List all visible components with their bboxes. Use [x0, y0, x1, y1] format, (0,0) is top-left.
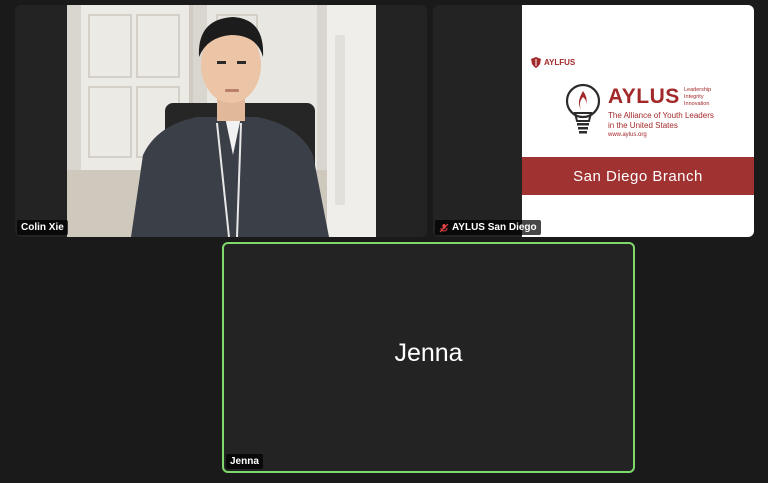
video-tile-jenna[interactable]: Jenna Jenna [222, 242, 635, 473]
branch-banner: San Diego Branch [522, 157, 754, 195]
brand-title: AYLUS [608, 85, 680, 108]
participant-name-tag: Colin Xie [17, 220, 68, 235]
small-logo-text: AYLFUS [544, 58, 576, 67]
value-item: Integrity [684, 94, 704, 100]
small-logo: AYLFUS [531, 57, 575, 68]
full-name-line: in the United States [608, 121, 678, 130]
participant-display-name: Jenna [394, 339, 463, 367]
shield-logo-icon [531, 57, 541, 68]
video-tile-colin-xie[interactable]: Colin Xie [15, 5, 427, 237]
participant-name: Jenna [230, 456, 259, 467]
participant-video [67, 5, 376, 237]
organization-full-name: The Alliance of Youth Leaders in the Uni… [608, 111, 714, 131]
value-item: Innovation [684, 101, 710, 107]
brand-values: Leadership Integrity Innovation [684, 87, 711, 108]
value-item: Leadership [684, 87, 712, 93]
mic-muted-icon [439, 223, 449, 232]
participant-name-tag: Jenna [226, 454, 263, 469]
participant-name: AYLUS San Diego [452, 222, 537, 233]
lightbulb-torch-icon [565, 83, 601, 134]
participant-name-tag: AYLUS San Diego [435, 220, 541, 235]
website-url: www.aylus.org [608, 132, 647, 138]
branch-name: San Diego Branch [573, 167, 703, 185]
full-name-line: The Alliance of Youth Leaders [608, 111, 714, 120]
participant-name: Colin Xie [21, 222, 64, 233]
video-tile-aylus-san-diego[interactable]: AYLFUS AYLUS Leadership Integrity Innova… [433, 5, 754, 237]
shared-slide: AYLFUS AYLUS Leadership Integrity Innova… [522, 5, 754, 237]
